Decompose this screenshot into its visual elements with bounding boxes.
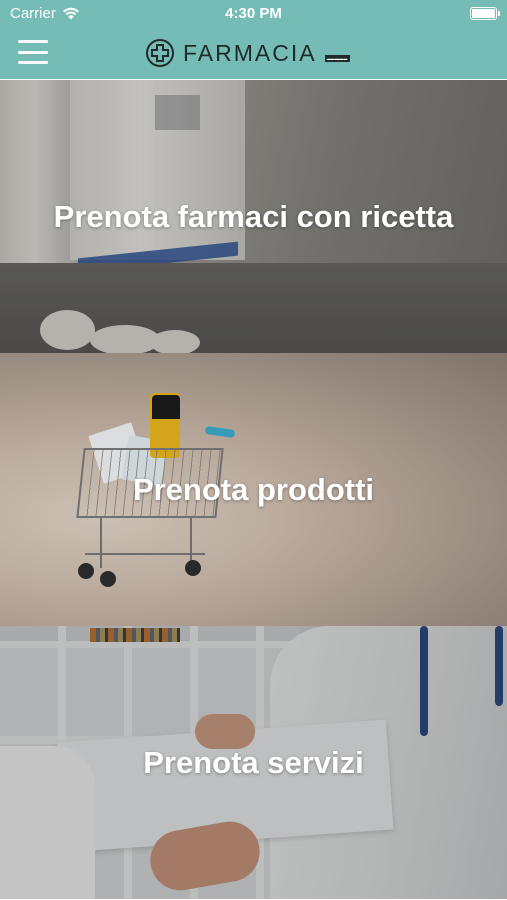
app-logo: FARMACIA ▬▬▬▬▬: [145, 37, 350, 69]
navigation-bar: FARMACIA ▬▬▬▬▬: [0, 28, 507, 79]
status-time: 4:30 PM: [225, 5, 282, 22]
tile-label: Prenota prodotti: [132, 471, 375, 507]
logo-text: FARMACIA: [183, 39, 317, 66]
pharmacy-cross-icon: [146, 39, 174, 67]
app-header: Carrier 4:30 PM FARMACIA ▬▬▬▬▬: [0, 0, 507, 79]
tile-label: Prenota servizi: [143, 744, 364, 780]
hamburger-menu-icon[interactable]: [18, 40, 48, 64]
tile-products[interactable]: Prenota prodotti: [0, 353, 507, 626]
tile-prescription-drugs[interactable]: Prenota farmaci con ricetta: [0, 80, 507, 353]
logo-tagline-mark: ▬▬▬▬▬: [324, 54, 350, 62]
tile-label: Prenota farmaci con ricetta: [53, 198, 454, 234]
battery-icon: [470, 7, 500, 20]
tile-services[interactable]: Prenota servizi: [0, 626, 507, 899]
status-bar: Carrier 4:30 PM: [0, 0, 507, 28]
